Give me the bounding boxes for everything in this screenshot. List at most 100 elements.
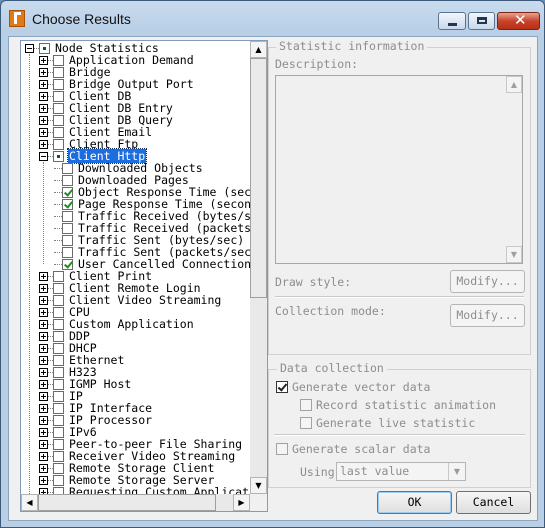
- expand-plus-icon[interactable]: [39, 344, 48, 353]
- description-scrollbar[interactable]: ▲ ▼: [506, 76, 522, 263]
- statistic-checkbox[interactable]: [53, 271, 64, 282]
- statistic-checkbox[interactable]: [53, 391, 64, 402]
- statistic-checkbox[interactable]: [62, 235, 73, 246]
- tree-node[interactable]: H323: [21, 365, 250, 379]
- expand-plus-icon[interactable]: [39, 392, 48, 401]
- statistic-checkbox[interactable]: [53, 331, 64, 342]
- tree-horizontal-scrollbar[interactable]: ◀ ▶: [21, 494, 250, 511]
- scroll-down-arrow-icon[interactable]: ▼: [250, 477, 267, 494]
- tree-node[interactable]: IP Processor: [21, 413, 250, 427]
- close-button[interactable]: ✕: [497, 11, 540, 30]
- vertical-scroll-thumb[interactable]: [250, 58, 267, 298]
- statistic-checkbox[interactable]: [62, 247, 73, 258]
- statistic-checkbox[interactable]: [53, 319, 64, 330]
- tree-node[interactable]: DDP: [21, 329, 250, 343]
- cancel-button[interactable]: Cancel: [456, 491, 531, 514]
- expand-plus-icon[interactable]: [39, 428, 48, 437]
- tree-node[interactable]: Ethernet: [21, 353, 250, 367]
- expand-plus-icon[interactable]: [39, 368, 48, 377]
- ok-button[interactable]: OK: [377, 491, 452, 514]
- statistic-checkbox[interactable]: [62, 175, 73, 186]
- scroll-right-arrow-icon[interactable]: ▶: [233, 494, 250, 511]
- checked-statistic-checkbox[interactable]: [62, 187, 73, 198]
- statistic-checkbox[interactable]: [39, 43, 50, 54]
- expand-plus-icon[interactable]: [39, 104, 48, 113]
- collection-mode-modify-button[interactable]: Modify...: [450, 304, 525, 327]
- expand-plus-icon[interactable]: [39, 128, 48, 137]
- expand-plus-icon[interactable]: [39, 452, 48, 461]
- statistic-checkbox[interactable]: [53, 103, 64, 114]
- statistic-checkbox[interactable]: [62, 163, 73, 174]
- statistic-checkbox[interactable]: [53, 403, 64, 414]
- tree-node[interactable]: DHCP: [21, 341, 250, 355]
- statistic-checkbox[interactable]: [53, 295, 64, 306]
- statistic-checkbox[interactable]: [53, 475, 64, 486]
- statistic-checkbox[interactable]: [62, 223, 73, 234]
- using-select[interactable]: last value ▼: [336, 462, 466, 481]
- expand-plus-icon[interactable]: [39, 440, 48, 449]
- statistic-checkbox[interactable]: [53, 343, 64, 354]
- statistic-checkbox[interactable]: [53, 415, 64, 426]
- description-textarea[interactable]: ▲ ▼: [275, 75, 523, 264]
- expand-plus-icon[interactable]: [39, 332, 48, 341]
- scroll-left-arrow-icon[interactable]: ◀: [21, 494, 38, 511]
- statistic-checkbox[interactable]: [62, 211, 73, 222]
- expand-plus-icon[interactable]: [39, 56, 48, 65]
- statistic-checkbox[interactable]: [53, 307, 64, 318]
- expand-plus-icon[interactable]: [39, 404, 48, 413]
- statistic-checkbox[interactable]: [53, 91, 64, 102]
- statistic-checkbox[interactable]: [53, 487, 64, 494]
- draw-style-modify-button[interactable]: Modify...: [450, 270, 525, 293]
- description-scroll-down-icon[interactable]: ▼: [506, 246, 522, 263]
- collapse-minus-icon[interactable]: [39, 152, 48, 161]
- statistic-checkbox[interactable]: [53, 55, 64, 66]
- statistic-checkbox[interactable]: [53, 427, 64, 438]
- checked-statistic-checkbox[interactable]: [62, 199, 73, 210]
- statistic-checkbox[interactable]: [53, 379, 64, 390]
- statistic-checkbox[interactable]: [53, 367, 64, 378]
- statistic-checkbox[interactable]: [53, 79, 64, 90]
- tree-node[interactable]: Client Video Streaming: [21, 293, 250, 307]
- record-statistic-animation-checkbox[interactable]: [300, 399, 312, 411]
- generate-scalar-data-checkbox[interactable]: [276, 443, 288, 455]
- expand-plus-icon[interactable]: [39, 296, 48, 305]
- statistic-checkbox[interactable]: [53, 139, 64, 150]
- expand-plus-icon[interactable]: [39, 140, 48, 149]
- statistic-checkbox[interactable]: [53, 355, 64, 366]
- expand-plus-icon[interactable]: [39, 68, 48, 77]
- expand-plus-icon[interactable]: [39, 416, 48, 425]
- horizontal-scroll-thumb[interactable]: [38, 494, 216, 511]
- expand-plus-icon[interactable]: [39, 92, 48, 101]
- statistic-checkbox[interactable]: [53, 151, 64, 162]
- generate-live-statistic-checkbox[interactable]: [300, 417, 312, 429]
- collapse-minus-icon[interactable]: [25, 44, 34, 53]
- expand-plus-icon[interactable]: [39, 320, 48, 329]
- expand-plus-icon[interactable]: [39, 380, 48, 389]
- statistic-checkbox[interactable]: [53, 283, 64, 294]
- generate-vector-data-checkbox[interactable]: [276, 381, 288, 393]
- expand-plus-icon[interactable]: [39, 80, 48, 89]
- minimize-button[interactable]: [438, 12, 466, 30]
- scroll-up-arrow-icon[interactable]: ▲: [250, 41, 267, 58]
- statistic-checkbox[interactable]: [53, 451, 64, 462]
- expand-plus-icon[interactable]: [39, 116, 48, 125]
- tree-node[interactable]: Application Demand: [21, 53, 250, 67]
- expand-plus-icon[interactable]: [39, 356, 48, 365]
- tree-node[interactable]: IGMP Host: [21, 377, 250, 391]
- description-scroll-up-icon[interactable]: ▲: [506, 76, 522, 93]
- statistic-checkbox[interactable]: [53, 127, 64, 138]
- statistic-checkbox[interactable]: [53, 463, 64, 474]
- expand-plus-icon[interactable]: [39, 284, 48, 293]
- expand-plus-icon[interactable]: [39, 464, 48, 473]
- tree-node[interactable]: Custom Application: [21, 317, 250, 331]
- statistics-tree[interactable]: Node Statistics Application Demand Bridge B…: [20, 40, 268, 512]
- statistic-checkbox[interactable]: [53, 439, 64, 450]
- tree-node[interactable]: Bridge Output Port: [21, 77, 250, 91]
- expand-plus-icon[interactable]: [39, 308, 48, 317]
- tree-vertical-scrollbar[interactable]: ▲ ▼: [250, 41, 267, 494]
- maximize-button[interactable]: [468, 12, 495, 30]
- expand-plus-icon[interactable]: [39, 272, 48, 281]
- expand-plus-icon[interactable]: [39, 476, 48, 485]
- statistic-checkbox[interactable]: [53, 67, 64, 78]
- title-bar[interactable]: Choose Results ✕: [1, 1, 544, 37]
